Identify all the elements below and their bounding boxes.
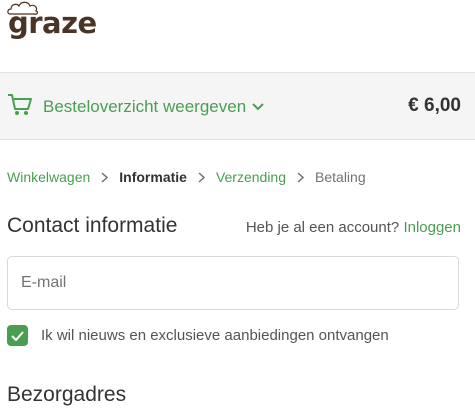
- chevron-down-icon: [252, 103, 264, 111]
- newsletter-checkbox[interactable]: [7, 325, 28, 346]
- chevron-right-icon: [101, 171, 109, 183]
- order-summary-toggle-label: Besteloverzicht weergeven: [43, 97, 247, 116]
- breadcrumb-shipping[interactable]: Verzending: [216, 169, 286, 185]
- cart-icon[interactable]: [7, 93, 33, 117]
- newsletter-label: Ik wil nieuws en exclusieve aanbiedingen…: [41, 327, 389, 344]
- order-summary-toggle[interactable]: Besteloverzicht weergeven: [43, 97, 264, 117]
- chevron-right-icon: [198, 171, 205, 183]
- order-summary-bar: Besteloverzicht weergeven € 6,00: [0, 72, 475, 140]
- site-header: graze: [0, 0, 475, 70]
- account-prompt: Heb je al een account? Inloggen: [246, 219, 461, 236]
- brand-logo[interactable]: graze: [8, 6, 97, 40]
- chevron-right-icon: [297, 171, 305, 183]
- breadcrumb-information: Informatie: [119, 169, 187, 185]
- breadcrumb: Winkelwagen Informatie Verzending Betali…: [7, 169, 366, 185]
- newsletter-option[interactable]: Ik wil nieuws en exclusieve aanbiedingen…: [7, 325, 389, 346]
- login-link[interactable]: Inloggen: [403, 219, 461, 236]
- shipping-address-title: Bezorgadres: [7, 383, 127, 406]
- order-total: € 6,00: [408, 95, 461, 116]
- contact-section-title: Contact informatie: [7, 214, 178, 237]
- breadcrumb-payment: Betaling: [315, 169, 366, 185]
- account-prompt-text: Heb je al een account?: [245, 219, 400, 236]
- email-field[interactable]: [7, 256, 459, 310]
- checkmark-icon: [11, 330, 24, 341]
- breadcrumb-cart[interactable]: Winkelwagen: [7, 169, 90, 185]
